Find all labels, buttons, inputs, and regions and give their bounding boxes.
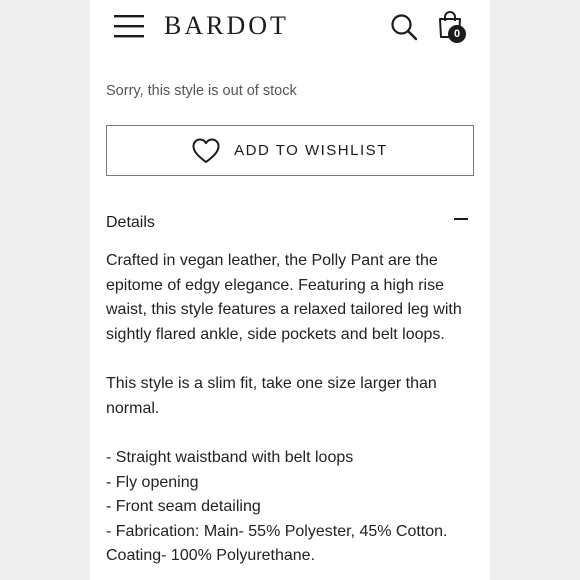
details-feature-list: - Straight waistband with belt loops - F… [106,446,478,569]
details-heading[interactable]: Details [106,214,155,232]
add-to-wishlist-button[interactable]: ADD TO WISHLIST [106,125,474,176]
list-item: - Fly opening [106,473,199,491]
site-header: BARDOT 0 [90,0,490,56]
brand-logo[interactable]: BARDOT [164,12,289,40]
hamburger-menu-icon[interactable] [114,13,144,39]
details-paragraph-1: Crafted in vegan leather, the Polly Pant… [106,252,462,343]
list-item: - Fabrication: Main- 55% Polyester, 45% … [106,522,448,565]
search-icon[interactable] [390,13,418,41]
cart-button[interactable]: 0 [438,11,470,45]
stock-status-message: Sorry, this style is out of stock [106,83,297,99]
cart-count-badge: 0 [448,25,466,43]
list-item: - Front seam detailing [106,498,261,515]
heart-icon [192,138,220,163]
list-item: - Straight waistband with belt loops [106,449,354,466]
details-paragraph-2: This style is a slim fit, take one size … [106,375,437,417]
minus-icon[interactable] [454,211,468,225]
product-page: BARDOT 0 Sorry, this style is out of sto… [90,0,490,580]
wishlist-label: ADD TO WISHLIST [234,142,388,159]
